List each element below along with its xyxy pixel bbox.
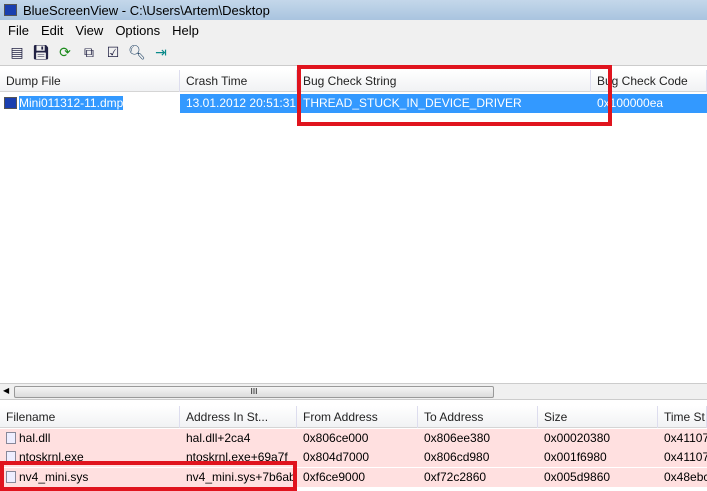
to-address: 0x806cd980 <box>424 450 490 464</box>
options-icon[interactable]: ☑ <box>104 44 122 62</box>
save-icon[interactable]: 💾︎ <box>32 44 50 62</box>
to-address: 0x806ee380 <box>424 431 491 445</box>
crash-time: 13.01.2012 20:51:31 <box>180 94 297 113</box>
col-time-stamp[interactable]: Time St <box>658 406 707 428</box>
dump-file: Mini011312-11.dmp <box>19 96 124 110</box>
highlight-box-bug-check <box>297 65 612 126</box>
col-address-in-stack[interactable]: Address In St... <box>180 406 297 428</box>
from-address: 0xf6ce9000 <box>303 470 366 484</box>
menu-help[interactable]: Help <box>166 23 205 38</box>
size: 0x00020380 <box>544 431 611 445</box>
module-row[interactable]: hal.dll hal.dll+2ca4 0x806ce000 0x806ee3… <box>0 429 707 448</box>
col-crash-time[interactable]: Crash Time <box>180 70 297 92</box>
scroll-left-icon[interactable]: ◀ <box>3 386 9 395</box>
properties-icon[interactable]: ▤ <box>8 44 26 62</box>
refresh-icon[interactable]: ⟳ <box>56 44 74 62</box>
menu-edit[interactable]: Edit <box>35 23 69 38</box>
app-icon <box>4 4 17 16</box>
col-to-address[interactable]: To Address <box>418 406 538 428</box>
title-bar: BlueScreenView - C:\Users\Artem\Desktop <box>0 0 707 20</box>
from-address: 0x806ce000 <box>303 431 369 445</box>
toolbar: ▤ 💾︎ ⟳ ⧉ ☑ 🔍︎ ⇥ <box>0 40 707 66</box>
address-in-stack: hal.dll+2ca4 <box>186 431 251 445</box>
exit-icon[interactable]: ⇥ <box>152 44 170 62</box>
col-size[interactable]: Size <box>538 406 658 428</box>
copy-icon[interactable]: ⧉ <box>80 44 98 62</box>
to-address: 0xf72c2860 <box>424 470 487 484</box>
menu-bar: File Edit View Options Help <box>0 20 707 40</box>
size: 0x001f6980 <box>544 450 607 464</box>
menu-options[interactable]: Options <box>109 23 166 38</box>
col-from-address[interactable]: From Address <box>297 406 418 428</box>
filename: hal.dll <box>19 431 51 445</box>
menu-view[interactable]: View <box>69 23 109 38</box>
dump-icon <box>4 97 17 109</box>
window-title: BlueScreenView - C:\Users\Artem\Desktop <box>23 2 270 18</box>
module-list-header: Filename Address In St... From Address T… <box>0 406 707 428</box>
time-stamp: 0x48ebc <box>664 470 707 484</box>
from-address: 0x804d7000 <box>303 450 370 464</box>
time-stamp: 0x41107 <box>664 450 707 464</box>
size: 0x005d9860 <box>544 470 611 484</box>
horizontal-scrollbar[interactable]: ◀ III <box>0 383 707 400</box>
find-icon[interactable]: 🔍︎ <box>128 44 146 62</box>
scroll-thumb[interactable]: III <box>14 386 494 398</box>
menu-file[interactable]: File <box>2 23 35 38</box>
col-filename[interactable]: Filename <box>0 406 180 428</box>
file-icon <box>6 432 16 444</box>
col-dump-file[interactable]: Dump File <box>0 70 180 92</box>
time-stamp: 0x41107 <box>664 431 707 445</box>
